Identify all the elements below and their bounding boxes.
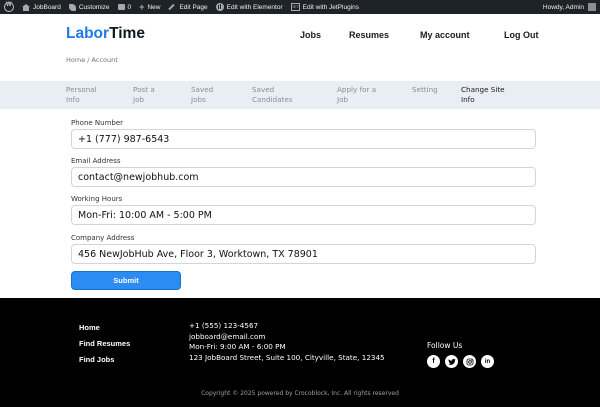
home-icon: [22, 3, 30, 11]
site-name-link[interactable]: JobBoard: [18, 0, 65, 14]
new-label: New: [147, 3, 161, 11]
new-content-menu[interactable]: + New: [135, 0, 164, 14]
wordpress-icon: [4, 2, 14, 12]
nav-log-out[interactable]: Log Out: [504, 30, 539, 40]
pencil-icon: [168, 3, 176, 11]
customize-label: Customize: [78, 3, 110, 11]
footer-links: Home Find Resumes Find Jobs: [79, 323, 130, 371]
account-tabs: Personal Info Post a Job Saved Jobs Save…: [0, 81, 600, 109]
nav-my-account[interactable]: My account: [420, 30, 470, 40]
edit-jetplugins-link[interactable]: JET Edit with JetPlugins: [287, 0, 363, 14]
phone-field[interactable]: +1 (777) 987-6543: [71, 129, 536, 149]
footer-link-home[interactable]: Home: [79, 323, 130, 332]
howdy-label: Howdy, Admin: [542, 3, 584, 11]
tab-setting[interactable]: Setting: [412, 85, 438, 95]
follow-us-label: Follow Us: [427, 341, 463, 350]
phone-label: Phone Number: [71, 119, 124, 127]
paintbrush-icon: [68, 3, 76, 11]
company-address-field[interactable]: 456 NewJobHub Ave, Floor 3, Worktown, TX…: [71, 244, 536, 264]
wp-logo-menu[interactable]: [0, 0, 18, 14]
footer-hours: Mon-Fri: 9:00 AM - 6:00 PM: [189, 342, 286, 351]
company-address-label: Company Address: [71, 234, 135, 242]
submit-button[interactable]: Submit: [71, 271, 181, 290]
nav-resumes[interactable]: Resumes: [349, 30, 389, 40]
working-hours-label: Working Hours: [71, 195, 123, 203]
working-hours-field[interactable]: Mon-Fri: 10:00 AM - 5:00 PM: [71, 205, 536, 225]
footer-link-find-resumes[interactable]: Find Resumes: [79, 339, 130, 348]
footer-email: jobboard@email.com: [189, 331, 266, 341]
facebook-icon[interactable]: f: [427, 355, 440, 368]
email-label: Email Address: [71, 157, 121, 165]
comment-icon: [117, 4, 125, 10]
nav-jobs[interactable]: Jobs: [300, 30, 321, 40]
comments-link[interactable]: 0: [114, 0, 136, 14]
site-name-label: JobBoard: [33, 3, 61, 11]
social-links: f in: [427, 355, 499, 368]
edit-page-label: Edit Page: [179, 3, 208, 11]
breadcrumb[interactable]: Home / Account: [66, 56, 118, 64]
customize-link[interactable]: Customize: [65, 0, 114, 14]
email-field[interactable]: contact@newjobhub.com: [71, 167, 536, 187]
edit-elementor-label: Edit with Elementor: [226, 3, 283, 11]
my-account-menu[interactable]: Howdy, Admin: [539, 0, 600, 14]
site-footer: Home Find Resumes Find Jobs +1 (555) 123…: [0, 298, 600, 407]
main-nav: Jobs Resumes My account Log Out: [0, 30, 600, 44]
plus-icon: +: [139, 2, 145, 12]
footer-phone: +1 (555) 123-4567: [189, 321, 259, 330]
jetplugins-icon: JET: [290, 3, 300, 11]
comments-count: 0: [127, 3, 132, 11]
tab-personal-info[interactable]: Personal Info: [66, 85, 97, 104]
footer-contact: +1 (555) 123-4567 jobboard@email.com Mon…: [189, 321, 385, 363]
edit-page-link[interactable]: Edit Page: [164, 0, 211, 14]
copyright-text: Copyright © 2025 powered by Crocoblock, …: [201, 390, 399, 397]
edit-elementor-link[interactable]: Edit with Elementor: [212, 0, 287, 14]
twitter-icon[interactable]: [445, 355, 458, 368]
tab-apply-for-a-job[interactable]: Apply for a Job: [337, 85, 376, 104]
linkedin-icon[interactable]: in: [481, 355, 494, 368]
tab-saved-candidates[interactable]: Saved Candidates: [252, 85, 293, 104]
tab-saved-jobs[interactable]: Saved Jobs: [191, 85, 213, 104]
footer-address: 123 JobBoard Street, Suite 100, Cityvill…: [189, 352, 385, 362]
tab-change-site-info[interactable]: Change Site Info: [461, 85, 505, 104]
footer-link-find-jobs[interactable]: Find Jobs: [79, 355, 130, 364]
elementor-icon: [215, 3, 224, 11]
wp-admin-bar: JobBoard Customize 0 + New Edit Page Edi…: [0, 0, 600, 14]
site-header: LaborTime Jobs Resumes My account Log Ou…: [0, 14, 600, 81]
edit-jetplugins-label: Edit with JetPlugins: [302, 3, 360, 11]
avatar: [588, 3, 596, 11]
instagram-icon[interactable]: [463, 355, 476, 368]
tab-post-a-job[interactable]: Post a Job: [133, 85, 155, 104]
